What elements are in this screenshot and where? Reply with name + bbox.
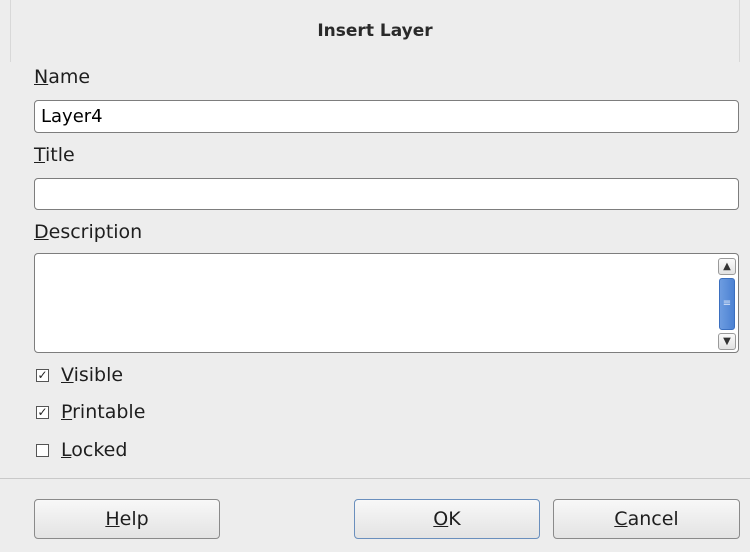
- checkmark-icon: ✓: [36, 404, 49, 419]
- cancel-button[interactable]: Cancel: [553, 499, 740, 539]
- button-separator: [0, 478, 750, 479]
- description-scrollbar[interactable]: ▲ ≡ ▼: [718, 258, 736, 350]
- dialog-title: Insert Layer: [10, 0, 740, 62]
- checkbox-empty-icon: [36, 443, 49, 457]
- visible-checkbox[interactable]: ✓ Visible: [36, 364, 123, 386]
- insert-layer-dialog: Insert Layer Name Title Description ▲ ≡ …: [0, 0, 750, 552]
- help-button[interactable]: Help: [34, 499, 220, 539]
- title-field[interactable]: [34, 178, 739, 210]
- locked-checkbox[interactable]: Locked: [36, 439, 127, 461]
- chevron-down-icon[interactable]: ▼: [718, 333, 736, 350]
- title-label: Title: [34, 144, 75, 166]
- checkmark-icon: ✓: [36, 367, 49, 382]
- chevron-up-icon[interactable]: ▲: [718, 258, 736, 275]
- ok-button[interactable]: OK: [354, 499, 540, 539]
- description-label: Description: [34, 221, 143, 243]
- locked-label: Locked: [61, 439, 128, 461]
- name-label: Name: [34, 66, 91, 88]
- scrollbar-thumb[interactable]: ≡: [719, 278, 735, 330]
- printable-checkbox[interactable]: ✓ Printable: [36, 401, 145, 423]
- description-textarea[interactable]: ▲ ≡ ▼: [34, 253, 739, 353]
- visible-label: Visible: [61, 364, 124, 386]
- printable-label: Printable: [61, 401, 146, 423]
- name-field[interactable]: [34, 100, 739, 133]
